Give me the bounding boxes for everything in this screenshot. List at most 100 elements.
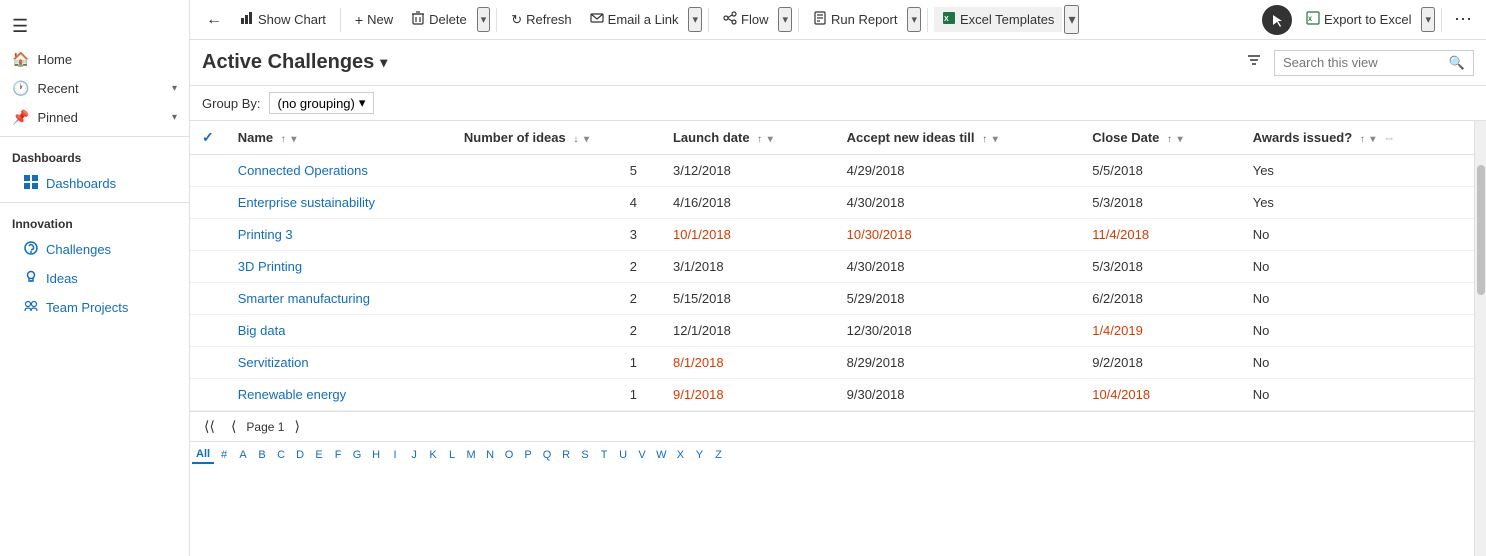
alpha-item-b[interactable]: B <box>253 447 271 463</box>
row-checkbox-2[interactable] <box>190 219 226 251</box>
alpha-item-p[interactable]: P <box>519 447 537 463</box>
table-row: Big data 2 12/1/2018 12/30/2018 1/4/2019… <box>190 315 1474 347</box>
excel-templates-chevron[interactable]: ▾ <box>1064 5 1079 34</box>
launch-col-menu-icon[interactable]: ▾ <box>768 134 773 145</box>
accept-col-menu-icon[interactable]: ▾ <box>993 134 998 145</box>
run-report-button[interactable]: Run Report <box>805 7 905 32</box>
row-close-1: 5/3/2018 <box>1080 187 1241 219</box>
refresh-button[interactable]: ↻ Refresh <box>503 8 579 32</box>
row-checkbox-1[interactable] <box>190 187 226 219</box>
flow-button[interactable]: Flow <box>715 7 776 32</box>
search-input[interactable] <box>1283 55 1445 70</box>
alpha-item-c[interactable]: C <box>272 447 290 463</box>
alpha-item-e[interactable]: E <box>310 447 328 463</box>
col-header-launch[interactable]: Launch date ↑ ▾ <box>661 121 835 155</box>
alpha-item-a[interactable]: A <box>234 447 252 463</box>
email-chevron[interactable]: ▾ <box>688 7 702 32</box>
row-checkbox-4[interactable] <box>190 283 226 315</box>
scrollbar-thumb[interactable] <box>1477 165 1485 296</box>
sidebar-item-recent[interactable]: 🕐 Recent ▾ <box>0 74 189 103</box>
row-name-2[interactable]: Printing 3 <box>226 219 452 251</box>
alpha-item-s[interactable]: S <box>576 447 594 463</box>
row-name-1[interactable]: Enterprise sustainability <box>226 187 452 219</box>
col-resize-icon[interactable]: ⇔ <box>1383 131 1395 145</box>
alpha-item-q[interactable]: Q <box>538 447 556 463</box>
excel-templates-button[interactable]: X Excel Templates <box>934 7 1062 32</box>
alpha-item-l[interactable]: L <box>443 447 461 463</box>
header-check-icon[interactable]: ✓ <box>202 129 214 145</box>
flow-chevron[interactable]: ▾ <box>778 7 792 32</box>
hamburger-icon[interactable]: ☰ <box>0 8 189 45</box>
dashboards-section-label: Dashboards <box>0 141 189 169</box>
search-icon[interactable]: 🔍 <box>1449 55 1465 71</box>
page-title-chevron-icon[interactable]: ▾ <box>380 54 387 71</box>
ideas-col-menu-icon[interactable]: ▾ <box>584 134 589 145</box>
row-name-4[interactable]: Smarter manufacturing <box>226 283 452 315</box>
back-button[interactable]: ← <box>198 7 230 33</box>
export-excel-chevron[interactable]: ▾ <box>1421 7 1435 32</box>
export-to-excel-button[interactable]: X Export to Excel <box>1298 7 1419 32</box>
col-header-accept[interactable]: Accept new ideas till ↑ ▾ <box>835 121 1081 155</box>
alpha-item-y[interactable]: Y <box>690 447 708 463</box>
row-name-6[interactable]: Servitization <box>226 347 452 379</box>
sidebar-item-pinned[interactable]: 📌 Pinned ▾ <box>0 103 189 132</box>
filter-icon[interactable] <box>1242 48 1266 77</box>
alpha-item-r[interactable]: R <box>557 447 575 463</box>
sidebar-item-dashboards[interactable]: Dashboards <box>0 169 189 198</box>
new-button[interactable]: + New <box>347 8 401 32</box>
row-close-6: 9/2/2018 <box>1080 347 1241 379</box>
col-header-ideas[interactable]: Number of ideas ↓ ▾ <box>452 121 661 155</box>
row-name-5[interactable]: Big data <box>226 315 452 347</box>
delete-button[interactable]: Delete <box>403 7 475 32</box>
alpha-item-h[interactable]: H <box>367 447 385 463</box>
alpha-item-w[interactable]: W <box>652 447 670 463</box>
close-col-menu-icon[interactable]: ▾ <box>1178 134 1183 145</box>
row-name-7[interactable]: Renewable energy <box>226 379 452 411</box>
sidebar-item-ideas[interactable]: Ideas <box>0 264 189 293</box>
row-name-3[interactable]: 3D Printing <box>226 251 452 283</box>
alpha-item-o[interactable]: O <box>500 447 518 463</box>
new-icon: + <box>355 12 363 28</box>
row-checkbox-6[interactable] <box>190 347 226 379</box>
row-checkbox-7[interactable] <box>190 379 226 411</box>
groupby-select[interactable]: (no grouping) ▾ <box>269 92 375 114</box>
alpha-item-i[interactable]: I <box>386 447 404 463</box>
row-name-0[interactable]: Connected Operations <box>226 155 452 187</box>
alpha-item-t[interactable]: T <box>595 447 613 463</box>
alpha-item-all[interactable]: All <box>192 446 214 464</box>
alpha-item-v[interactable]: V <box>633 447 651 463</box>
delete-chevron[interactable]: ▾ <box>477 7 491 32</box>
sidebar-item-home[interactable]: 🏠 Home <box>0 45 189 74</box>
sidebar-item-challenges[interactable]: Challenges <box>0 235 189 264</box>
alpha-item-k[interactable]: K <box>424 447 442 463</box>
alpha-item-z[interactable]: Z <box>709 447 727 463</box>
awards-col-menu-icon[interactable]: ▾ <box>1370 134 1375 145</box>
alpha-item-#[interactable]: # <box>215 447 233 463</box>
alpha-item-g[interactable]: G <box>348 447 366 463</box>
alpha-item-n[interactable]: N <box>481 447 499 463</box>
groupby-label: Group By: <box>202 96 261 111</box>
first-page-button[interactable]: ⟨⟨ <box>198 416 221 437</box>
col-header-awards[interactable]: Awards issued? ↑ ▾ ⇔ <box>1241 121 1474 155</box>
alpha-item-u[interactable]: U <box>614 447 632 463</box>
show-chart-button[interactable]: Show Chart <box>232 7 334 32</box>
alpha-item-x[interactable]: X <box>671 447 689 463</box>
more-options-button[interactable]: ⋯ <box>1448 5 1478 34</box>
alpha-item-d[interactable]: D <box>291 447 309 463</box>
alpha-item-f[interactable]: F <box>329 447 347 463</box>
scrollbar[interactable] <box>1474 121 1486 556</box>
next-page-button[interactable]: ⟩ <box>288 416 305 437</box>
alpha-item-j[interactable]: J <box>405 447 423 463</box>
row-checkbox-5[interactable] <box>190 315 226 347</box>
prev-page-button[interactable]: ⟨ <box>225 416 242 437</box>
col-header-close[interactable]: Close Date ↑ ▾ <box>1080 121 1241 155</box>
sidebar-item-team-projects[interactable]: Team Projects <box>0 293 189 322</box>
row-checkbox-3[interactable] <box>190 251 226 283</box>
col-header-name[interactable]: Name ↑ ▾ <box>226 121 452 155</box>
row-launch-1: 4/16/2018 <box>661 187 835 219</box>
alpha-item-m[interactable]: M <box>462 447 480 463</box>
email-link-button[interactable]: Email a Link <box>582 7 687 32</box>
row-checkbox-0[interactable] <box>190 155 226 187</box>
run-report-chevron[interactable]: ▾ <box>907 7 921 32</box>
name-col-menu-icon[interactable]: ▾ <box>291 134 296 145</box>
